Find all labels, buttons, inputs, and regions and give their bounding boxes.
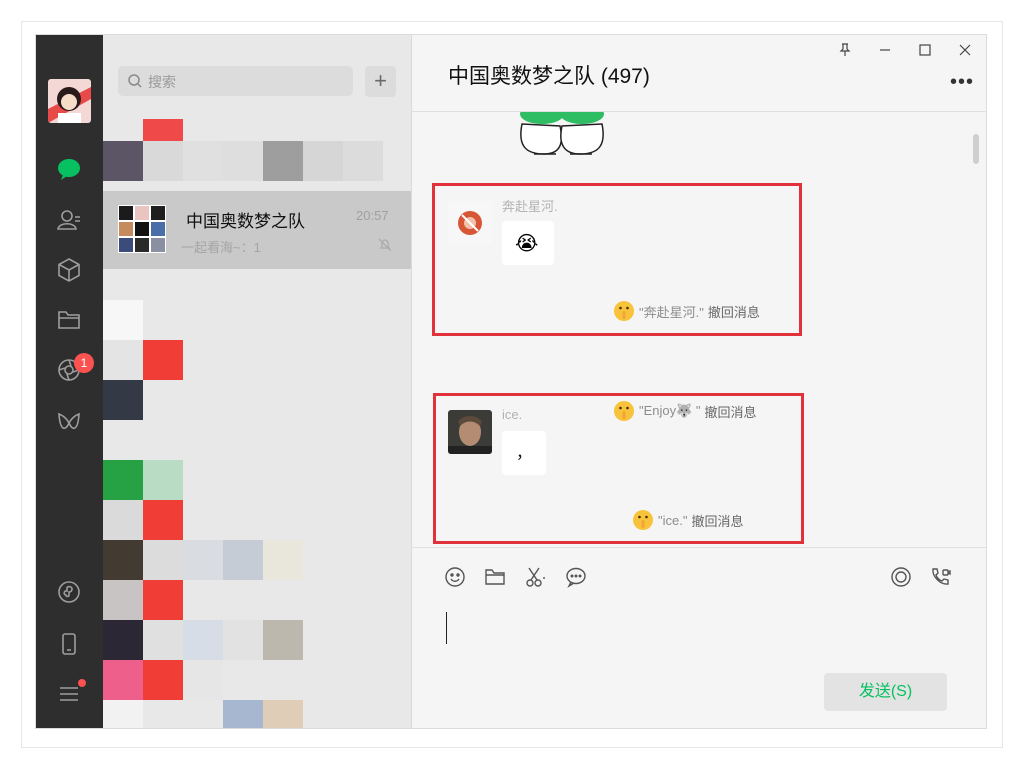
sender-avatar[interactable] <box>448 410 492 454</box>
add-button[interactable]: + <box>365 66 396 97</box>
menu-badge-dot <box>78 679 86 687</box>
wechat-window: 1 搜索 + 中国奥数梦之队 20:57 一起看海~：1 中国奥数梦之队 (49… <box>36 35 986 728</box>
conversation-item-group[interactable]: 中国奥数梦之队 20:57 一起看海~：1 <box>103 191 411 269</box>
search-icon <box>128 74 142 88</box>
text-cursor <box>446 612 447 644</box>
search-placeholder: 搜索 <box>148 74 176 90</box>
group-avatar <box>118 205 166 253</box>
call-icon[interactable] <box>929 566 953 590</box>
live-icon[interactable] <box>890 566 914 590</box>
conversation-name: 中国奥数梦之队 <box>186 212 305 231</box>
shush-face-icon <box>614 301 634 321</box>
chat-panel: 中国奥数梦之队 (497) ••• 奔赴星河. 😭 "奔赴星河." 撤回消息 "… <box>412 35 986 728</box>
recall-sender: "ice." <box>658 512 688 528</box>
conversation-time: 20:57 <box>356 208 389 223</box>
search-input[interactable]: 搜索 <box>118 66 353 96</box>
mini-programs-icon[interactable] <box>54 577 84 607</box>
message-text: ， <box>516 445 533 462</box>
chat-title: 中国奥数梦之队 (497) <box>448 65 650 88</box>
message-bubble[interactable]: ， <box>502 431 546 475</box>
shush-face-icon <box>633 510 653 530</box>
conversation-list: 搜索 + 中国奥数梦之队 20:57 一起看海~：1 <box>103 35 412 728</box>
recall-text: 撤回消息 <box>707 304 760 320</box>
my-avatar[interactable] <box>48 79 91 123</box>
conversation-preview: 一起看海~：1 <box>181 240 261 255</box>
recall-text: 撤回消息 <box>691 513 744 529</box>
input-area: 发送(S) <box>412 547 986 728</box>
channels-icon[interactable] <box>54 408 84 438</box>
left-nav-bar: 1 <box>36 35 103 728</box>
mute-icon <box>378 238 392 252</box>
more-options-button[interactable]: ••• <box>950 71 974 94</box>
chat-icon[interactable] <box>54 154 84 184</box>
send-button[interactable]: 发送(S) <box>824 673 947 711</box>
maximize-icon[interactable] <box>916 41 934 59</box>
sticker-image <box>520 112 604 155</box>
files-icon[interactable] <box>54 305 84 335</box>
scissors-icon[interactable] <box>524 566 548 590</box>
message-bubble[interactable]: 😭 <box>502 221 554 265</box>
blurred-conversations-top <box>103 119 411 191</box>
sender-name: 奔赴星河. <box>502 199 558 214</box>
recall-notice: "ice." 撤回消息 <box>632 509 743 531</box>
contacts-icon[interactable] <box>54 205 84 235</box>
sender-avatar[interactable] <box>448 201 492 245</box>
chat-record-icon[interactable] <box>565 566 589 590</box>
window-controls <box>836 41 974 59</box>
message-emoji: 😭 <box>515 233 539 255</box>
close-icon[interactable] <box>956 41 974 59</box>
sender-name: ice. <box>502 407 523 422</box>
pin-icon[interactable] <box>836 41 854 59</box>
message-scrollbar[interactable] <box>973 134 979 164</box>
favorites-icon[interactable] <box>54 255 84 285</box>
emoji-icon[interactable] <box>444 566 468 590</box>
chat-header: 中国奥数梦之队 (497) ••• <box>412 35 986 112</box>
recall-notice: "奔赴星河." 撤回消息 <box>613 300 760 322</box>
message-area: 奔赴星河. 😭 "奔赴星河." 撤回消息 "Enjoy🐺 " 撤回消息 ice. <box>412 112 986 546</box>
phone-icon[interactable] <box>54 629 84 659</box>
moments-badge: 1 <box>74 353 94 373</box>
folder-icon[interactable] <box>484 566 508 590</box>
minimize-icon[interactable] <box>876 41 894 59</box>
blurred-conversations-bottom <box>103 300 411 728</box>
recall-sender: "奔赴星河." <box>639 304 704 320</box>
